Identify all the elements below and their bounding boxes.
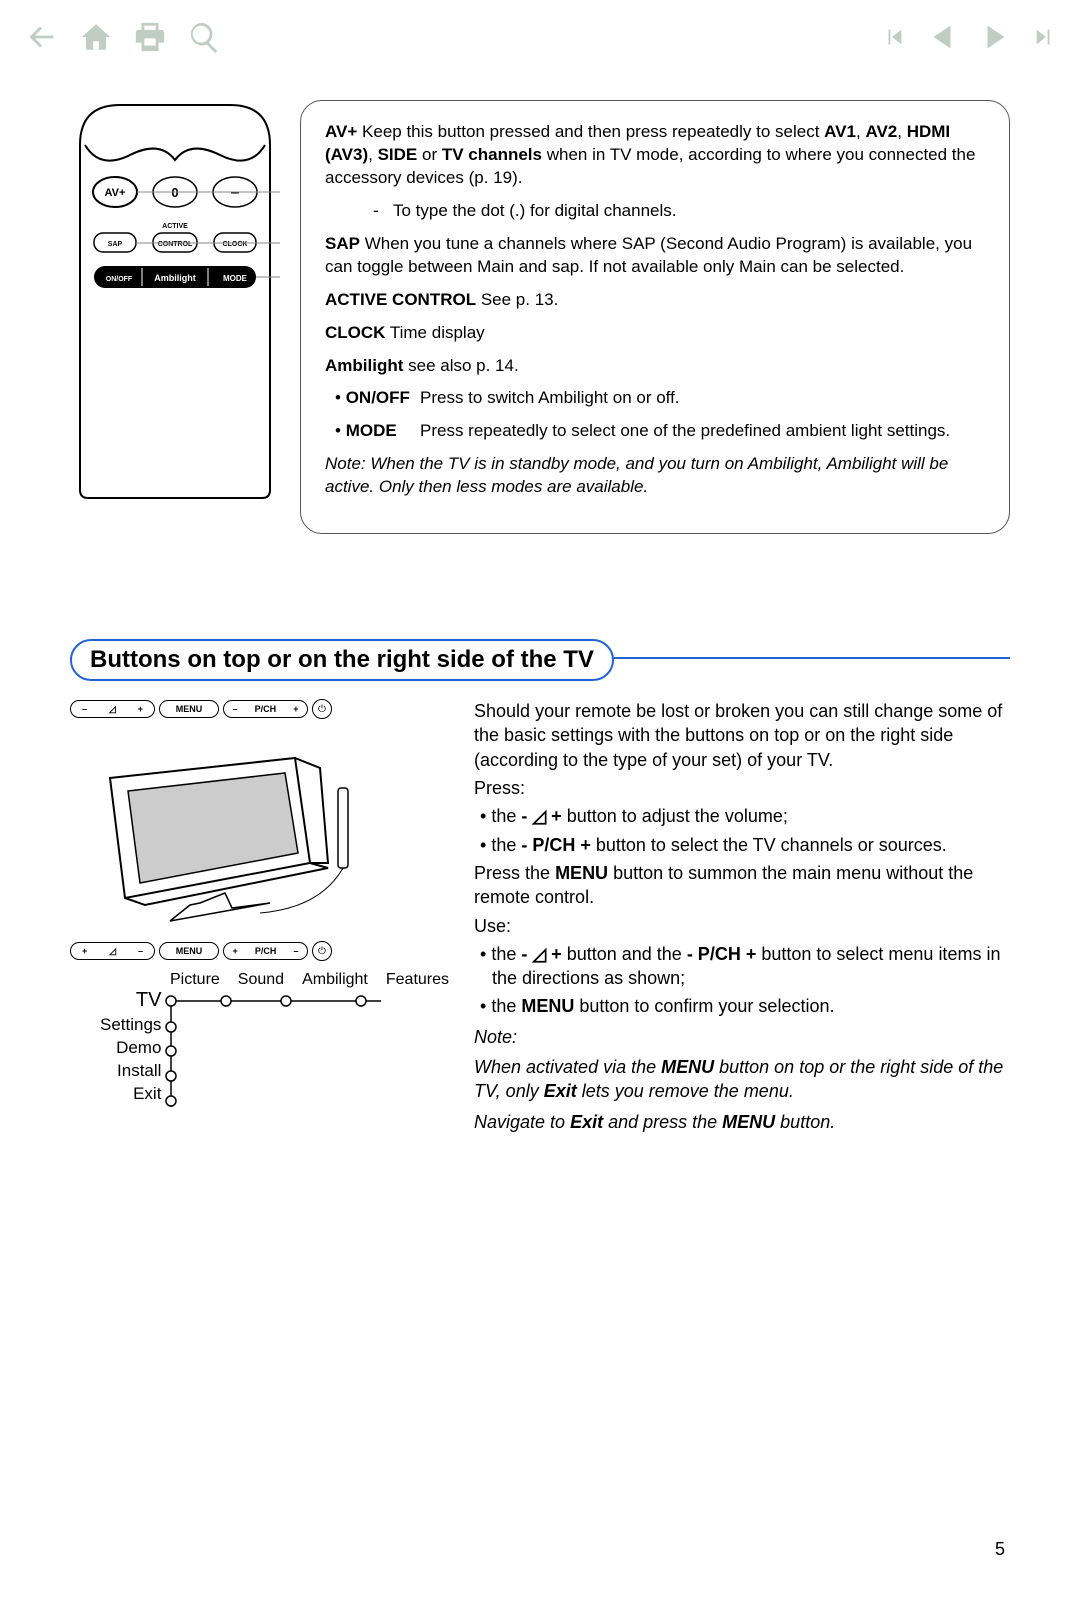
- svg-text:CONTROL: CONTROL: [158, 241, 193, 248]
- toolbar-right: [883, 20, 1055, 59]
- pch-bullet: • the - P/CH + button to select the TV c…: [474, 833, 1010, 857]
- intro-text: Should your remote be lost or broken you…: [474, 699, 1010, 772]
- use-bullet2: • the MENU button to confirm your select…: [474, 994, 1010, 1018]
- active-control-entry: ACTIVE CONTROL See p. 13.: [325, 289, 985, 312]
- last-page-icon[interactable]: [1033, 20, 1055, 59]
- back-icon[interactable]: [25, 20, 59, 59]
- remote-descriptions: AV+ Keep this button pressed and then pr…: [300, 100, 1010, 534]
- volume-bullet: • the - ◿ + button to adjust the volume;: [474, 804, 1010, 828]
- av-entry: AV+ Keep this button pressed and then pr…: [325, 121, 985, 190]
- note-line2: Navigate to Exit and press the MENU butt…: [474, 1110, 1010, 1134]
- svg-text:Ambilight: Ambilight: [154, 273, 196, 283]
- next-page-icon[interactable]: [979, 20, 1013, 59]
- svg-text:MODE: MODE: [223, 274, 248, 283]
- toolbar-left: [25, 20, 221, 59]
- menu-tree: Picture Sound Ambilight Features TV Sett…: [70, 971, 449, 1119]
- use-bullet1: • the - ◿ + button and the - P/CH + butt…: [474, 942, 1010, 991]
- dot-entry: -To type the dot (.) for digital channel…: [325, 200, 985, 223]
- prev-page-icon[interactable]: [925, 20, 959, 59]
- svg-text:ON/OFF: ON/OFF: [106, 276, 133, 283]
- remote-description-section: AV+ 0 – ACTIVE SAP CONTROL CLOCK ON/OFF …: [70, 100, 1010, 534]
- section-title: Buttons on top or on the right side of t…: [70, 639, 614, 681]
- svg-text:SAP: SAP: [108, 241, 123, 248]
- menu-press: Press the MENU button to summon the main…: [474, 861, 1010, 910]
- clock-entry: CLOCK Time display: [325, 322, 985, 345]
- note-heading: Note:: [474, 1025, 1010, 1049]
- note-line1: When activated via the MENU button on to…: [474, 1055, 1010, 1104]
- onoff-entry: • ON/OFFPress to switch Ambilight on or …: [335, 387, 985, 410]
- search-icon[interactable]: [187, 20, 221, 59]
- tv-buttons-section: Buttons on top or on the right side of t…: [70, 639, 1010, 1138]
- press-label: Press:: [474, 776, 1010, 800]
- page-content: AV+ 0 – ACTIVE SAP CONTROL CLOCK ON/OFF …: [0, 90, 1080, 1138]
- bottom-button-bar: +◿– MENU +P/CH– ⏻: [70, 941, 449, 961]
- page-number: 5: [995, 1539, 1005, 1560]
- toolbar: [25, 20, 1055, 59]
- svg-text:AV+: AV+: [105, 187, 126, 199]
- tv-button-text: Should your remote be lost or broken you…: [474, 699, 1010, 1138]
- home-icon[interactable]: [79, 20, 113, 59]
- tv-illustration: [70, 733, 390, 928]
- mode-entry: • MODEPress repeatedly to select one of …: [335, 420, 985, 443]
- top-button-bar: –◿+ MENU –P/CH+ ⏻: [70, 699, 449, 719]
- svg-text:CLOCK: CLOCK: [223, 241, 248, 248]
- ambilight-entry: Ambilight see also p. 14.: [325, 355, 985, 378]
- print-icon[interactable]: [133, 20, 167, 59]
- remote-diagram: AV+ 0 – ACTIVE SAP CONTROL CLOCK ON/OFF …: [70, 100, 280, 534]
- sap-entry: SAP When you tune a channels where SAP (…: [325, 233, 985, 279]
- tv-diagram-column: –◿+ MENU –P/CH+ ⏻ +◿– MENU: [70, 699, 449, 1138]
- use-label: Use:: [474, 914, 1010, 938]
- first-page-icon[interactable]: [883, 20, 905, 59]
- svg-text:ACTIVE: ACTIVE: [162, 223, 188, 230]
- ambilight-note: Note: When the TV is in standby mode, an…: [325, 453, 985, 499]
